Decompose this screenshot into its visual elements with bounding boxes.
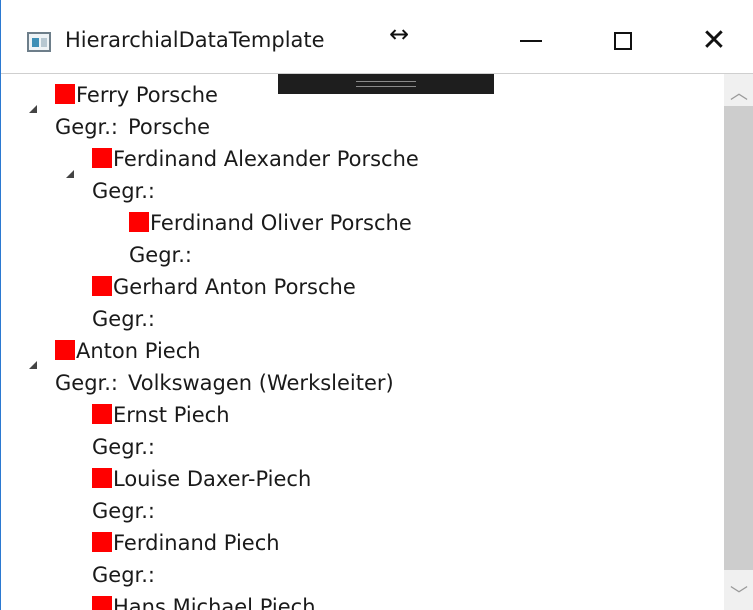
tree-node-header[interactable]: Ferry Porsche [55,79,218,111]
node-name: Louise Daxer-Piech [113,467,312,491]
resize-cursor-icon: ↔ [389,20,410,48]
tree-node-header[interactable]: Gerhard Anton Porsche [92,271,356,303]
gegr-label: Gegr.: [92,563,155,587]
expand-collapse-arrow-icon[interactable] [29,105,37,113]
node-square-icon [92,532,112,552]
expand-collapse-arrow-icon[interactable] [66,170,74,178]
window-title: HierarchialDataTemplate [65,28,325,52]
gegr-value: Porsche [127,115,211,139]
minimize-button[interactable] [501,18,561,64]
node-name: Ferdinand Alexander Porsche [113,147,419,171]
app-icon [27,32,51,52]
scroll-up-arrow-icon[interactable]: ︿ [724,78,753,106]
node-square-icon [92,276,112,296]
node-founded-row: Gegr.: [92,559,165,591]
title-bar[interactable]: HierarchialDataTemplate ↔ ✕ [1,0,753,74]
node-founded-row: Gegr.: Porsche [55,111,210,143]
tree-node-header[interactable]: Ernst Piech [92,399,230,431]
node-founded-row: Gegr.: [92,495,165,527]
node-name: Ernst Piech [113,403,230,427]
gegr-value: Volkswagen (Werksleiter) [127,371,394,395]
node-square-icon [129,212,149,232]
node-square-icon [92,404,112,424]
node-name: Hans Michael Piech [113,595,316,610]
node-square-icon [55,84,75,104]
maximize-icon [614,32,632,50]
node-founded-row: Gegr.: [92,431,165,463]
node-founded-row: Gegr.: [129,239,202,271]
gegr-label: Gegr.: [92,179,155,203]
node-name: Anton Piech [76,339,201,363]
node-founded-row: Gegr.: Volkswagen (Werksleiter) [55,367,394,399]
vertical-scrollbar[interactable]: ︿ ﹀ [724,74,753,610]
node-square-icon [92,148,112,168]
tree-node-header[interactable]: Ferdinand Alexander Porsche [92,143,419,175]
node-founded-row: Gegr.: [92,175,165,207]
scroll-down-arrow-icon[interactable]: ﹀ [724,580,753,608]
close-icon: ✕ [701,23,727,58]
expand-collapse-arrow-icon[interactable] [29,361,37,369]
node-square-icon [55,340,75,360]
close-button[interactable]: ✕ [684,18,744,64]
tree-view: Ferry Porsche Gegr.: Porsche Ferdinand Al… [1,78,724,610]
gegr-label: Gegr.: [55,115,118,139]
maximize-button[interactable] [593,18,653,64]
gegr-label: Gegr.: [92,435,155,459]
gegr-label: Gegr.: [55,371,118,395]
node-name: Gerhard Anton Porsche [113,275,356,299]
node-founded-row: Gegr.: [92,303,165,335]
app-window: HierarchialDataTemplate ↔ ✕ Ferry Porsch… [0,0,753,610]
tree-node-header[interactable]: Ferdinand Piech [92,527,280,559]
gegr-label: Gegr.: [92,499,155,523]
node-name: Ferdinand Piech [113,531,280,555]
tree-node-header[interactable]: Louise Daxer-Piech [92,463,311,495]
node-square-icon [92,468,112,488]
tree-node-header[interactable]: Anton Piech [55,335,201,367]
node-name: Ferdinand Oliver Porsche [150,211,412,235]
gegr-label: Gegr.: [92,307,155,331]
node-name: Ferry Porsche [76,83,218,107]
minimize-icon [520,40,542,42]
scrollbar-thumb[interactable] [724,106,753,570]
tree-node-header[interactable]: Hans Michael Piech [92,591,316,610]
tree-node-header[interactable]: Ferdinand Oliver Porsche [129,207,412,239]
node-square-icon [92,596,112,610]
gegr-label: Gegr.: [129,243,192,267]
